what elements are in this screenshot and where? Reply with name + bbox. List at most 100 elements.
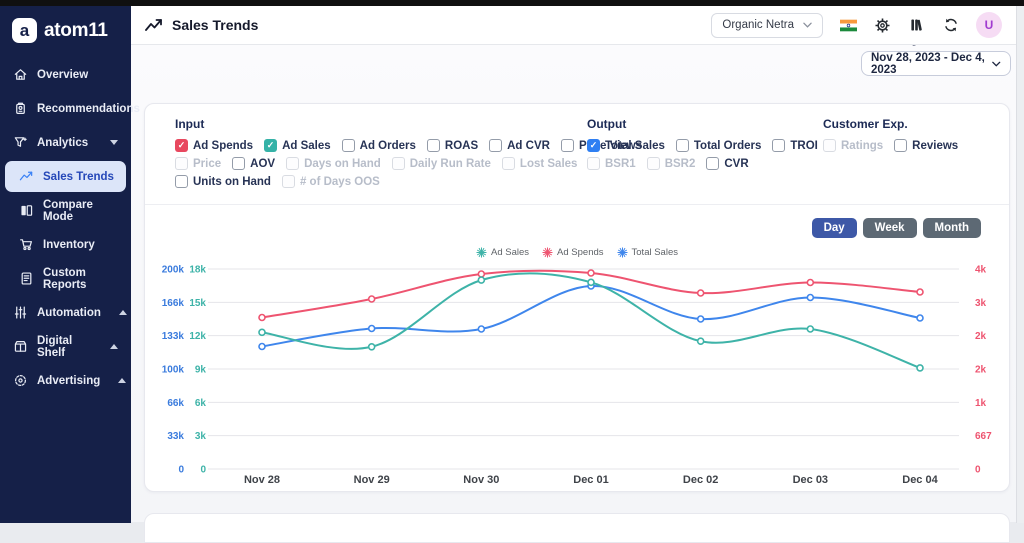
filter-bsr1: BSR1 [587, 157, 636, 170]
filter-aov[interactable]: AOV [232, 157, 275, 170]
filter-label: AOV [250, 158, 275, 170]
granularity-month-button[interactable]: Month [923, 218, 981, 238]
refresh-icon[interactable] [942, 17, 959, 34]
checkbox-checked-icon[interactable]: ✓ [175, 139, 188, 152]
checkbox-icon[interactable] [676, 139, 689, 152]
checkbox-icon[interactable] [232, 157, 245, 170]
checkbox-icon[interactable] [427, 139, 440, 152]
data-point-ad-sales[interactable] [917, 365, 923, 371]
data-point-total-sales[interactable] [259, 344, 265, 350]
x-axis-label: Nov 28 [244, 474, 280, 486]
checkbox-icon[interactable] [706, 157, 719, 170]
sidebar-item-overview[interactable]: Overview [5, 59, 126, 90]
axis-tick-total-sales: 133k [162, 331, 185, 342]
sidebar-item-automation[interactable]: Automation [5, 297, 126, 328]
x-axis-label: Nov 29 [354, 474, 390, 486]
page-scroll-gutter[interactable] [1016, 6, 1024, 523]
avatar[interactable]: U [976, 12, 1002, 38]
data-point-ad-sales[interactable] [807, 326, 813, 332]
filter-label: BSR1 [605, 158, 636, 170]
page-title: Sales Trends [145, 17, 258, 33]
sidebar-item-recommendations[interactable]: Recommendations [5, 93, 126, 124]
filter-cvr[interactable]: CVR [706, 157, 748, 170]
sidebar-item-label: Digital Shelf [37, 335, 92, 359]
data-point-ad-sales[interactable] [259, 329, 265, 335]
settings-gear-icon[interactable] [874, 17, 891, 34]
x-axis-label: Dec 01 [573, 474, 608, 486]
main-area: Sales Trends Organic Netra [131, 6, 1016, 523]
sidebar-item-analytics[interactable]: Analytics [5, 127, 126, 158]
filter-label: Ad CVR [507, 140, 550, 152]
checkbox-checked-icon[interactable]: ✓ [587, 139, 600, 152]
data-point-ad-spends[interactable] [698, 290, 704, 296]
data-point-ad-spends[interactable] [917, 289, 923, 295]
sidebar-item-label: Advertising [37, 375, 100, 387]
checkbox-icon[interactable] [772, 139, 785, 152]
account-selector-value: Organic Netra [722, 19, 794, 31]
filter-label: Lost Sales [520, 158, 578, 170]
sidebar-item-label: Sales Trends [43, 171, 114, 183]
legend-label: Ad Spends [557, 247, 603, 258]
checkbox-icon[interactable] [342, 139, 355, 152]
data-point-ad-spends[interactable] [478, 271, 484, 277]
data-point-total-sales[interactable] [917, 315, 923, 321]
filter-group-output: Output ✓Total SalesTotal OrdersTROIBSR1B… [587, 117, 823, 193]
data-point-total-sales[interactable] [807, 295, 813, 301]
filter-units-on-hand[interactable]: Units on Hand [175, 175, 271, 188]
sidebar-item-label: Inventory [43, 239, 95, 251]
filter-group-title: Input [175, 117, 587, 131]
data-point-ad-sales[interactable] [369, 344, 375, 350]
account-selector[interactable]: Organic Netra [711, 13, 823, 38]
filter-ad-orders[interactable]: Ad Orders [342, 139, 416, 152]
filter-ad-sales[interactable]: ✓ Ad Sales [264, 139, 331, 152]
library-icon[interactable] [908, 17, 925, 34]
filter-group-customer-exp: Customer Exp. RatingsReviews [823, 117, 1009, 193]
checkbox-checked-icon[interactable]: ✓ [264, 139, 277, 152]
sidebar-item-digital-shelf[interactable]: Digital Shelf [5, 331, 126, 362]
filter-label: Ad Sales [282, 140, 331, 152]
checkbox-icon[interactable] [175, 175, 188, 188]
granularity-week-button[interactable]: Week [863, 218, 917, 238]
x-axis-label: Nov 30 [463, 474, 499, 486]
checkbox-icon[interactable] [894, 139, 907, 152]
filter-troi[interactable]: TROI [772, 139, 817, 152]
filter-row: Units on Hand# of Days OOS [175, 175, 587, 188]
filter-reviews[interactable]: Reviews [894, 139, 958, 152]
checkbox-icon[interactable] [489, 139, 502, 152]
data-point-ad-spends[interactable] [369, 296, 375, 302]
data-point-ad-sales[interactable] [588, 279, 594, 285]
data-point-ad-spends[interactable] [588, 270, 594, 276]
legend-item-total-sales[interactable]: Total Sales [617, 247, 678, 258]
data-point-ad-spends[interactable] [807, 280, 813, 286]
date-range-selector[interactable]: Nov 28, 2023 - Dec 4, 2023 [861, 51, 1011, 76]
checkbox-icon [282, 175, 295, 188]
filter-ad-cvr[interactable]: Ad CVR [489, 139, 550, 152]
checkbox-icon [502, 157, 515, 170]
chevron-up-icon [110, 344, 118, 349]
filter-total-orders[interactable]: Total Orders [676, 139, 762, 152]
legend-item-ad-spends[interactable]: Ad Spends [542, 247, 603, 258]
axis-tick-ad-sales: 6k [195, 398, 207, 409]
sidebar-item-advertising[interactable]: Advertising [5, 365, 126, 396]
sidebar-item-sales-trends[interactable]: Sales Trends [5, 161, 126, 192]
filter-label: Ad Orders [360, 140, 416, 152]
data-point-total-sales[interactable] [478, 326, 484, 332]
granularity-day-button[interactable]: Day [812, 218, 857, 238]
filter-roas[interactable]: ROAS [427, 139, 478, 152]
data-point-ad-sales[interactable] [478, 277, 484, 283]
sidebar: a atom11 OverviewRecommendationsAnalytic… [0, 6, 131, 523]
data-point-total-sales[interactable] [698, 316, 704, 322]
sidebar-item-compare-mode[interactable]: Compare Mode [5, 195, 126, 226]
axis-tick-ad-sales: 0 [200, 465, 206, 476]
legend-item-ad-sales[interactable]: Ad Sales [476, 247, 529, 258]
data-point-total-sales[interactable] [369, 326, 375, 332]
sidebar-item-inventory[interactable]: Inventory [5, 229, 126, 260]
data-point-ad-spends[interactable] [259, 315, 265, 321]
report-icon [19, 271, 34, 286]
data-point-ad-sales[interactable] [698, 338, 704, 344]
checkbox-icon [286, 157, 299, 170]
filter-ad-spends[interactable]: ✓Ad Spends [175, 139, 253, 152]
filter-total-sales[interactable]: ✓Total Sales [587, 139, 665, 152]
sidebar-item-custom-reports[interactable]: Custom Reports [5, 263, 126, 294]
checkbox-icon[interactable] [561, 139, 574, 152]
